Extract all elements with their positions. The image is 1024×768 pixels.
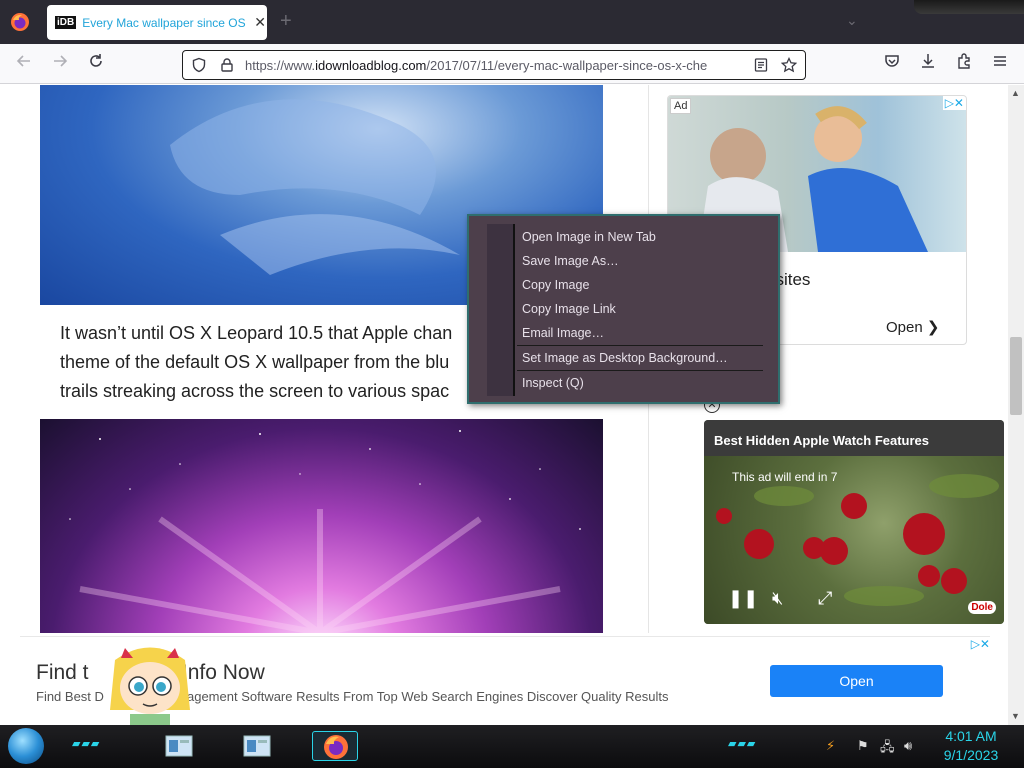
url-text[interactable]: https://www.idownloadblog.com/2017/07/11…	[245, 58, 747, 73]
forward-icon[interactable]	[48, 52, 72, 76]
fullscreen-icon[interactable]: ⤢	[818, 588, 832, 609]
close-tab-icon[interactable]: ✕	[254, 14, 266, 31]
scroll-down-icon[interactable]: ▼	[1011, 711, 1020, 721]
menu-icon[interactable]	[988, 52, 1012, 76]
window-corner-decoration	[914, 0, 1024, 14]
url-prefix: https://www.	[245, 58, 316, 73]
taskbar-app-explorer-2[interactable]	[241, 731, 273, 761]
adchoices-icon[interactable]: ▷✕	[942, 96, 966, 110]
scroll-up-icon[interactable]: ▲	[1011, 88, 1020, 98]
address-bar[interactable]: https://www.idownloadblog.com/2017/07/11…	[182, 50, 806, 80]
video-title-bar: Best Hidden Apple Watch Features	[704, 420, 1004, 456]
download-icon[interactable]	[916, 52, 940, 76]
pocket-icon[interactable]	[880, 52, 904, 76]
dole-logo: Dole	[968, 601, 996, 614]
video-countdown: This ad will end in 7	[732, 470, 838, 484]
mute-icon[interactable]: 🔇︎	[772, 588, 783, 609]
ad-label: Ad	[670, 98, 692, 114]
network-icon[interactable]: 🖧︎	[880, 738, 895, 760]
ad-open-button[interactable]: Open ❯	[886, 318, 939, 336]
lock-icon[interactable]	[219, 57, 235, 73]
taskbar-app-explorer[interactable]	[163, 731, 195, 761]
firefox-icon[interactable]	[10, 12, 30, 32]
list-all-tabs-button[interactable]: ⌄	[846, 12, 858, 29]
new-tab-button[interactable]: +	[280, 10, 292, 33]
pause-icon[interactable]: ❚❚	[728, 588, 758, 609]
url-path: /2017/07/11/every-mac-wallpaper-since-os…	[426, 58, 708, 73]
menu-item-copy-image-link[interactable]: Copy Image Link	[522, 302, 616, 316]
article-line: It wasn’t until OS X Leopard 10.5 that A…	[60, 323, 453, 343]
extensions-icon[interactable]	[952, 52, 976, 76]
tray-app-icon[interactable]: ⚡	[826, 738, 835, 754]
video-title[interactable]: Best Hidden Apple Watch Features	[714, 433, 929, 448]
cartoon-mascot-sticker	[105, 640, 195, 730]
reader-view-icon[interactable]	[753, 57, 769, 73]
page-content: It wasn’t until OS X Leopard 10.5 that A…	[0, 85, 1024, 725]
adchoices-icon[interactable]: ▷✕	[971, 637, 990, 651]
volume-icon[interactable]: 🔊︎	[904, 738, 912, 754]
taskbar-decoration: ▰▰▰	[72, 738, 101, 750]
wallpaper-image-leopard[interactable]	[40, 419, 603, 633]
tab-favicon: iDB	[55, 16, 77, 29]
bottom-ad-open-button[interactable]: Open	[770, 665, 943, 697]
menu-item-email-image[interactable]: Email Image…	[522, 326, 604, 340]
menu-item-inspect[interactable]: Inspect (Q)	[522, 376, 584, 390]
shield-icon[interactable]	[191, 57, 207, 73]
video-ad[interactable]: Best Hidden Apple Watch Features This ad…	[704, 420, 1004, 624]
tab-active[interactable]: iDB Every Mac wallpaper since OS X ✕	[47, 5, 267, 40]
taskbar: ▰▰▰ ▰▰▰ ⚡ ⚑ 🖧︎ 🔊︎ 4:01 AM 9/1/2023	[0, 725, 1024, 768]
video-frame[interactable]: This ad will end in 7 ❚❚ 🔇︎ ⤢ Dole	[704, 456, 1004, 624]
menu-item-set-desktop-background[interactable]: Set Image as Desktop Background…	[522, 351, 728, 365]
article-paragraph: It wasn’t until OS X Leopard 10.5 that A…	[60, 319, 480, 406]
chevron-right-icon: ❯	[926, 319, 940, 336]
tab-title: Every Mac wallpaper since OS X	[82, 15, 249, 30]
scroll-thumb[interactable]	[1010, 337, 1022, 415]
menu-item-copy-image[interactable]: Copy Image	[522, 278, 589, 292]
navigation-toolbar: https://www.idownloadblog.com/2017/07/11…	[0, 44, 1024, 84]
page-scrollbar[interactable]: ▲ ▼	[1008, 85, 1024, 725]
article-line: trails streaking across the screen to va…	[60, 381, 450, 401]
menu-item-open-image-new-tab[interactable]: Open Image in New Tab	[522, 230, 656, 244]
menu-item-save-image-as[interactable]: Save Image As…	[522, 254, 619, 268]
menu-separator	[517, 345, 763, 346]
reload-icon[interactable]	[84, 52, 108, 76]
tab-strip: iDB Every Mac wallpaper since OS X ✕ + ⌄	[0, 0, 1024, 44]
url-domain: idownloadblog.com	[315, 58, 427, 73]
clock-time[interactable]: 4:01 AM	[940, 728, 1002, 744]
context-menu-gutter	[487, 224, 515, 396]
context-menu: Open Image in New Tab Save Image As… Cop…	[467, 214, 780, 404]
back-icon[interactable]	[12, 52, 36, 76]
article-line: theme of the default OS X wallpaper from…	[60, 352, 450, 372]
start-orb-icon[interactable]	[8, 728, 44, 764]
taskbar-app-firefox[interactable]	[312, 731, 358, 761]
ad-open-label: Open	[886, 319, 923, 336]
bookmark-star-icon[interactable]	[780, 56, 798, 73]
clock-date[interactable]: 9/1/2023	[940, 747, 1002, 763]
flag-icon[interactable]: ⚑	[857, 738, 869, 754]
taskbar-decoration: ▰▰▰	[728, 738, 757, 750]
menu-separator	[517, 370, 763, 371]
